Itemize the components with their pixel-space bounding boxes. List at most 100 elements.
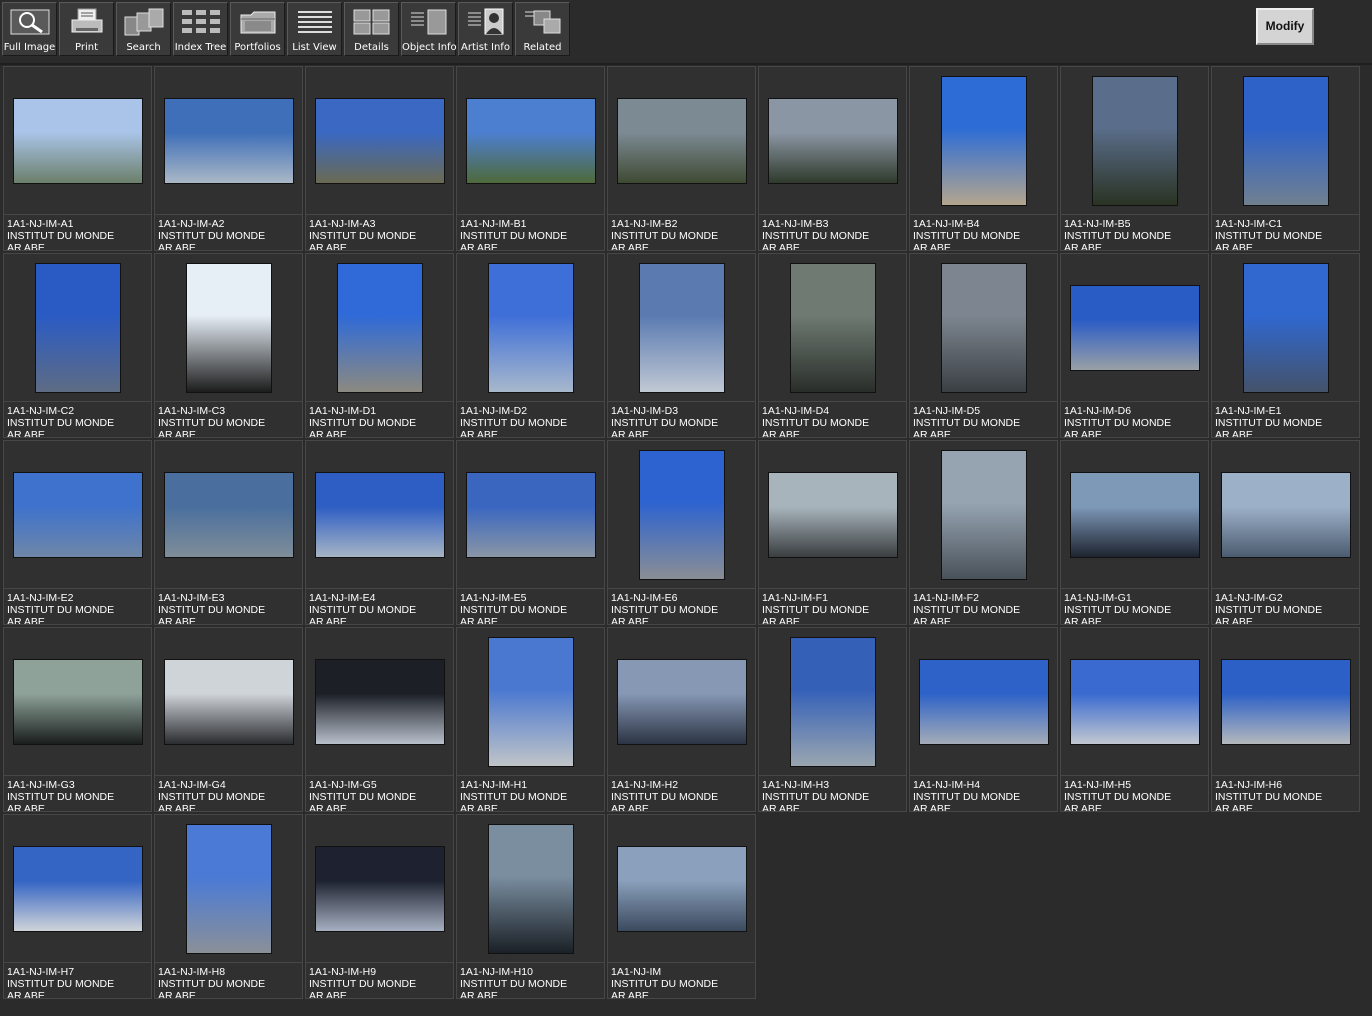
thumbnail-image[interactable]	[487, 823, 574, 954]
modify-button[interactable]: Modify	[1256, 8, 1314, 45]
caption-subtitle: AR ABE	[1215, 616, 1253, 624]
artist-info-button[interactable]: Artist Info	[458, 2, 513, 56]
thumbnail-image[interactable]	[918, 658, 1049, 745]
thumbnail-area	[608, 67, 755, 214]
thumbnail-image[interactable]	[12, 97, 143, 184]
thumbnail-image[interactable]	[1091, 75, 1178, 206]
thumbnail-image[interactable]	[767, 471, 898, 558]
thumbnail-cell[interactable]: 1A1-NJ-IM-D1 INSTITUT DU MONDE AR ABE	[305, 253, 454, 438]
portfolios-button[interactable]: Portfolios	[230, 2, 285, 56]
thumbnail-image[interactable]	[940, 262, 1027, 393]
list-view-button[interactable]: List View	[287, 2, 342, 56]
thumbnail-image[interactable]	[185, 262, 272, 393]
thumbnail-cell[interactable]: 1A1-NJ-IM-D5 INSTITUT DU MONDE AR ABE	[909, 253, 1058, 438]
thumbnail-cell[interactable]: 1A1-NJ-IM-G4 INSTITUT DU MONDE AR ABE	[154, 627, 303, 812]
object-info-button[interactable]: Object Info	[401, 2, 457, 56]
thumbnail-cell[interactable]: 1A1-NJ-IM-G2 INSTITUT DU MONDE AR ABE	[1211, 440, 1360, 625]
thumbnail-image[interactable]	[616, 845, 747, 932]
thumbnail-cell[interactable]: 1A1-NJ-IM-B3 INSTITUT DU MONDE AR ABE	[758, 66, 907, 251]
thumbnail-cell[interactable]: 1A1-NJ-IM-E4 INSTITUT DU MONDE AR ABE	[305, 440, 454, 625]
thumbnail-image[interactable]	[487, 262, 574, 393]
thumbnail-cell[interactable]: 1A1-NJ-IM-H1 INSTITUT DU MONDE AR ABE	[456, 627, 605, 812]
thumbnail-image[interactable]	[163, 658, 294, 745]
thumbnail-cell[interactable]: 1A1-NJ-IM-C3 INSTITUT DU MONDE AR ABE	[154, 253, 303, 438]
thumbnail-cell[interactable]: 1A1-NJ-IM-G5 INSTITUT DU MONDE AR ABE	[305, 627, 454, 812]
thumbnail-image[interactable]	[336, 262, 423, 393]
thumbnail-cell[interactable]: 1A1-NJ-IM-H7 INSTITUT DU MONDE AR ABE	[3, 814, 152, 999]
thumbnail-image[interactable]	[465, 97, 596, 184]
thumbnail-image[interactable]	[12, 471, 143, 558]
thumbnail-image[interactable]	[34, 262, 121, 393]
thumbnail-image[interactable]	[1220, 471, 1351, 558]
thumbnail-cell[interactable]: 1A1-NJ-IM-B2 INSTITUT DU MONDE AR ABE	[607, 66, 756, 251]
thumbnail-image[interactable]	[163, 471, 294, 558]
thumbnail-cell[interactable]: 1A1-NJ-IM-F2 INSTITUT DU MONDE AR ABE	[909, 440, 1058, 625]
thumbnail-image[interactable]	[314, 658, 445, 745]
thumbnail-image[interactable]	[12, 845, 143, 932]
thumbnail-image[interactable]	[12, 658, 143, 745]
thumbnail-cell[interactable]: 1A1-NJ-IM-C2 INSTITUT DU MONDE AR ABE	[3, 253, 152, 438]
thumbnail-area	[4, 67, 151, 214]
thumbnail-cell[interactable]: 1A1-NJ-IM-H5 INSTITUT DU MONDE AR ABE	[1060, 627, 1209, 812]
thumbnail-cell[interactable]: 1A1-NJ-IM INSTITUT DU MONDE AR ABE	[607, 814, 756, 999]
caption-id: 1A1-NJ-IM-H3	[762, 779, 830, 791]
thumbnail-image[interactable]	[940, 75, 1027, 206]
full-image-button[interactable]: Full Image	[2, 2, 57, 56]
thumbnail-cell[interactable]: 1A1-NJ-IM-H3 INSTITUT DU MONDE AR ABE	[758, 627, 907, 812]
thumbnail-cell[interactable]: 1A1-NJ-IM-H8 INSTITUT DU MONDE AR ABE	[154, 814, 303, 999]
thumbnail-image[interactable]	[1220, 658, 1351, 745]
thumbnail-image[interactable]	[1069, 284, 1200, 371]
thumbnail-image[interactable]	[767, 97, 898, 184]
thumbnail-cell[interactable]: 1A1-NJ-IM-D6 INSTITUT DU MONDE AR ABE	[1060, 253, 1209, 438]
thumbnail-cell[interactable]: 1A1-NJ-IM-E6 INSTITUT DU MONDE AR ABE	[607, 440, 756, 625]
thumbnail-cell[interactable]: 1A1-NJ-IM-B1 INSTITUT DU MONDE AR ABE	[456, 66, 605, 251]
thumbnail-image[interactable]	[940, 449, 1027, 580]
thumbnail-cell[interactable]: 1A1-NJ-IM-H10 INSTITUT DU MONDE AR ABE	[456, 814, 605, 999]
thumbnail-cell[interactable]: 1A1-NJ-IM-H6 INSTITUT DU MONDE AR ABE	[1211, 627, 1360, 812]
thumbnail-cell[interactable]: 1A1-NJ-IM-B4 INSTITUT DU MONDE AR ABE	[909, 66, 1058, 251]
thumbnail-cell[interactable]: 1A1-NJ-IM-C1 INSTITUT DU MONDE AR ABE	[1211, 66, 1360, 251]
thumbnail-image[interactable]	[638, 449, 725, 580]
thumbnail-image[interactable]	[616, 658, 747, 745]
caption-title: INSTITUT DU MONDE	[158, 791, 266, 803]
print-button[interactable]: Print	[59, 2, 114, 56]
thumbnail-cell[interactable]: 1A1-NJ-IM-E3 INSTITUT DU MONDE AR ABE	[154, 440, 303, 625]
thumbnail-cell[interactable]: 1A1-NJ-IM-E2 INSTITUT DU MONDE AR ABE	[3, 440, 152, 625]
thumbnail-image[interactable]	[789, 636, 876, 767]
related-button[interactable]: Related	[515, 2, 570, 56]
thumbnail-image[interactable]	[314, 471, 445, 558]
thumbnail-image[interactable]	[314, 845, 445, 932]
thumbnail-cell[interactable]: 1A1-NJ-IM-H9 INSTITUT DU MONDE AR ABE	[305, 814, 454, 999]
thumbnail-image[interactable]	[314, 97, 445, 184]
thumbnail-cell[interactable]: 1A1-NJ-IM-E5 INSTITUT DU MONDE AR ABE	[456, 440, 605, 625]
caption-id: 1A1-NJ-IM-D6	[1064, 405, 1132, 417]
thumbnail-image[interactable]	[1069, 658, 1200, 745]
thumbnail-cell[interactable]: 1A1-NJ-IM-A3 INSTITUT DU MONDE AR ABE	[305, 66, 454, 251]
thumbnail-image[interactable]	[185, 823, 272, 954]
thumbnail-cell[interactable]: 1A1-NJ-IM-A2 INSTITUT DU MONDE AR ABE	[154, 66, 303, 251]
details-button[interactable]: Details	[344, 2, 399, 56]
thumbnail-image[interactable]	[1242, 262, 1329, 393]
thumbnail-image[interactable]	[638, 262, 725, 393]
thumbnail-cell[interactable]: 1A1-NJ-IM-G3 INSTITUT DU MONDE AR ABE	[3, 627, 152, 812]
thumbnail-cell[interactable]: 1A1-NJ-IM-F1 INSTITUT DU MONDE AR ABE	[758, 440, 907, 625]
thumbnail-cell[interactable]: 1A1-NJ-IM-D4 INSTITUT DU MONDE AR ABE	[758, 253, 907, 438]
caption-id: 1A1-NJ-IM-H9	[309, 966, 377, 978]
thumbnail-image[interactable]	[465, 471, 596, 558]
thumbnail-image[interactable]	[1242, 75, 1329, 206]
thumbnail-image[interactable]	[789, 262, 876, 393]
thumbnail-image[interactable]	[487, 636, 574, 767]
thumbnail-cell[interactable]: 1A1-NJ-IM-G1 INSTITUT DU MONDE AR ABE	[1060, 440, 1209, 625]
thumbnail-cell[interactable]: 1A1-NJ-IM-E1 INSTITUT DU MONDE AR ABE	[1211, 253, 1360, 438]
thumbnail-cell[interactable]: 1A1-NJ-IM-H4 INSTITUT DU MONDE AR ABE	[909, 627, 1058, 812]
thumbnail-cell[interactable]: 1A1-NJ-IM-D2 INSTITUT DU MONDE AR ABE	[456, 253, 605, 438]
thumbnail-image[interactable]	[616, 97, 747, 184]
search-button[interactable]: Search	[116, 2, 171, 56]
thumbnail-cell[interactable]: 1A1-NJ-IM-B5 INSTITUT DU MONDE AR ABE	[1060, 66, 1209, 251]
thumbnail-cell[interactable]: 1A1-NJ-IM-D3 INSTITUT DU MONDE AR ABE	[607, 253, 756, 438]
thumbnail-cell[interactable]: 1A1-NJ-IM-A1 INSTITUT DU MONDE AR ABE	[3, 66, 152, 251]
index-tree-button[interactable]: Index Tree	[173, 2, 228, 56]
thumbnail-image[interactable]	[1069, 471, 1200, 558]
thumbnail-image[interactable]	[163, 97, 294, 184]
thumbnail-cell[interactable]: 1A1-NJ-IM-H2 INSTITUT DU MONDE AR ABE	[607, 627, 756, 812]
